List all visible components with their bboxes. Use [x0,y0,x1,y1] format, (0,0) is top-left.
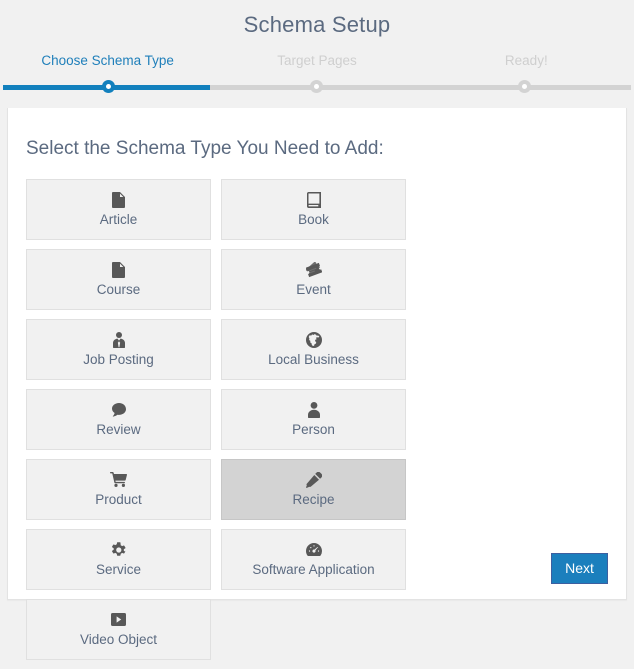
progress-track-wrap [0,80,634,94]
schema-card-label: Local Business [268,352,359,367]
file-icon [112,261,125,278]
step-label-ready[interactable]: Ready! [422,52,631,70]
schema-card-software-application[interactable]: Software Application [221,529,406,590]
panel-footer: Next [551,553,608,584]
schema-setup-wizard: Schema Setup Choose Schema Type Target P… [0,0,634,660]
schema-card-label: Job Posting [83,352,154,367]
tickets-icon [305,261,322,278]
schema-card-label: Product [95,492,142,507]
step-label-row: Choose Schema Type Target Pages Ready! [0,52,634,70]
wizard-progress: Choose Schema Type Target Pages Ready! [0,52,634,94]
schema-card-label: Book [298,212,329,227]
user-tie-icon [112,331,125,348]
play-square-icon [111,611,126,628]
step-dot-1[interactable] [101,80,115,93]
schema-card-person[interactable]: Person [221,389,406,450]
schema-card-label: Review [96,422,141,437]
schema-card-label: Service [95,562,141,577]
step-dot-core [521,84,527,89]
schema-card-label: Recipe [292,492,335,507]
step-dot-core [105,84,111,89]
tachometer-icon [305,541,322,558]
page-title: Schema Setup [243,12,391,37]
schema-type-panel: Select the Schema Type You Need to Add: … [7,108,627,660]
panel-heading: Select the Schema Type You Need to Add: [26,138,384,159]
schema-card-video-object[interactable]: Video Object [26,599,211,660]
step-dot-core [313,84,319,89]
schema-card-review[interactable]: Review [26,389,211,450]
carrot-icon [305,471,322,488]
schema-card-book[interactable]: Book [221,179,406,240]
step-label-target-pages[interactable]: Target Pages [212,52,421,70]
step-label-choose-schema-type[interactable]: Choose Schema Type [3,52,212,70]
schema-card-label: Event [296,282,331,297]
schema-card-article[interactable]: Article [26,179,211,240]
comment-icon [111,401,126,418]
globe-icon [305,331,322,348]
file-icon [112,191,125,208]
schema-card-label: Video Object [79,632,158,647]
schema-card-label: Software Application [252,562,375,577]
shopping-cart-icon [110,471,127,488]
step-dot-3[interactable] [517,80,531,93]
schema-card-recipe[interactable]: Recipe [221,459,406,520]
schema-card-label: Person [292,422,335,437]
schema-card-product[interactable]: Product [26,459,211,520]
gear-icon [111,541,126,558]
schema-card-label: Article [99,212,138,227]
schema-card-local-business[interactable]: Local Business [221,319,406,380]
schema-card-course[interactable]: Course [26,249,211,310]
book-icon [306,191,321,208]
schema-card-event[interactable]: Event [221,249,406,310]
user-icon [307,401,320,418]
schema-card-job-posting[interactable]: Job Posting [26,319,211,380]
step-dot-2[interactable] [309,80,323,93]
schema-card-label: Course [96,282,141,297]
schema-type-grid: Article Book Course Event Job Posting Lo… [8,162,593,669]
next-button[interactable]: Next [551,553,608,584]
schema-card-service[interactable]: Service [26,529,211,590]
